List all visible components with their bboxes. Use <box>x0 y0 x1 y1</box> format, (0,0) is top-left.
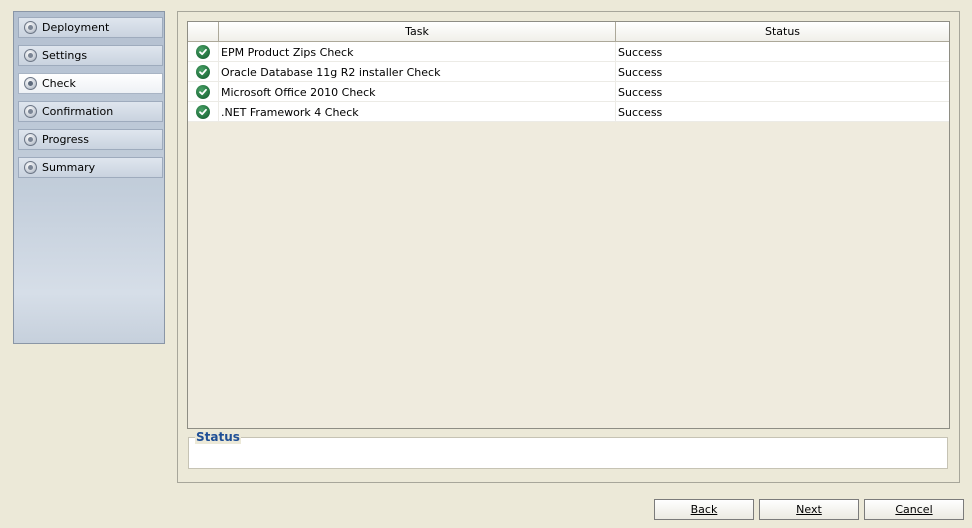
status-panel-title: Status <box>195 430 241 444</box>
main-panel: Task Status EPM Product Zips Check Succe… <box>177 11 960 483</box>
sidebar-item-label: Deployment <box>42 21 110 34</box>
column-header-status[interactable]: Status <box>616 22 949 42</box>
status-cell: Success <box>618 85 663 99</box>
sidebar-item-deployment[interactable]: Deployment <box>18 17 163 38</box>
sidebar-item-label: Settings <box>42 49 88 62</box>
sidebar-item-progress[interactable]: Progress <box>18 129 163 150</box>
success-check-icon <box>196 85 210 99</box>
step-radio-icon <box>24 77 37 90</box>
table-body: EPM Product Zips Check Success Oracle Da… <box>188 42 949 122</box>
cancel-button[interactable]: Cancel <box>864 499 964 520</box>
task-cell: .NET Framework 4 Check <box>219 102 616 122</box>
status-cell: Success <box>618 45 663 59</box>
status-cell: Success <box>618 105 663 119</box>
next-button[interactable]: Next <box>759 499 859 520</box>
table-header: Task Status <box>188 22 949 42</box>
sidebar-item-check[interactable]: Check <box>18 73 163 94</box>
success-check-icon <box>196 65 210 79</box>
table-row[interactable]: Oracle Database 11g R2 installer Check S… <box>188 62 949 82</box>
column-header-icon[interactable] <box>188 22 219 42</box>
check-results-table[interactable]: Task Status EPM Product Zips Check Succe… <box>187 21 950 429</box>
step-radio-icon <box>24 161 37 174</box>
sidebar-item-label: Check <box>42 77 76 90</box>
table-row[interactable]: .NET Framework 4 Check Success <box>188 102 949 122</box>
sidebar-item-label: Confirmation <box>42 105 114 118</box>
task-cell: EPM Product Zips Check <box>219 42 616 62</box>
success-check-icon <box>196 105 210 119</box>
task-cell: Oracle Database 11g R2 installer Check <box>219 62 616 82</box>
back-button[interactable]: Back <box>654 499 754 520</box>
sidebar-item-label: Progress <box>42 133 89 146</box>
status-cell: Success <box>618 65 663 79</box>
column-header-task[interactable]: Task <box>219 22 616 42</box>
step-radio-icon <box>24 133 37 146</box>
success-check-icon <box>196 45 210 59</box>
step-radio-icon <box>24 49 37 62</box>
step-radio-icon <box>24 21 37 34</box>
status-panel: Status <box>188 430 948 469</box>
table-row[interactable]: Microsoft Office 2010 Check Success <box>188 82 949 102</box>
wizard-step-sidebar: Deployment Settings Check Confirmation P… <box>13 11 165 344</box>
step-radio-icon <box>24 105 37 118</box>
sidebar-item-settings[interactable]: Settings <box>18 45 163 66</box>
sidebar-item-confirmation[interactable]: Confirmation <box>18 101 163 122</box>
table-row[interactable]: EPM Product Zips Check Success <box>188 42 949 62</box>
sidebar-item-summary[interactable]: Summary <box>18 157 163 178</box>
sidebar-item-label: Summary <box>42 161 96 174</box>
task-cell: Microsoft Office 2010 Check <box>219 82 616 102</box>
